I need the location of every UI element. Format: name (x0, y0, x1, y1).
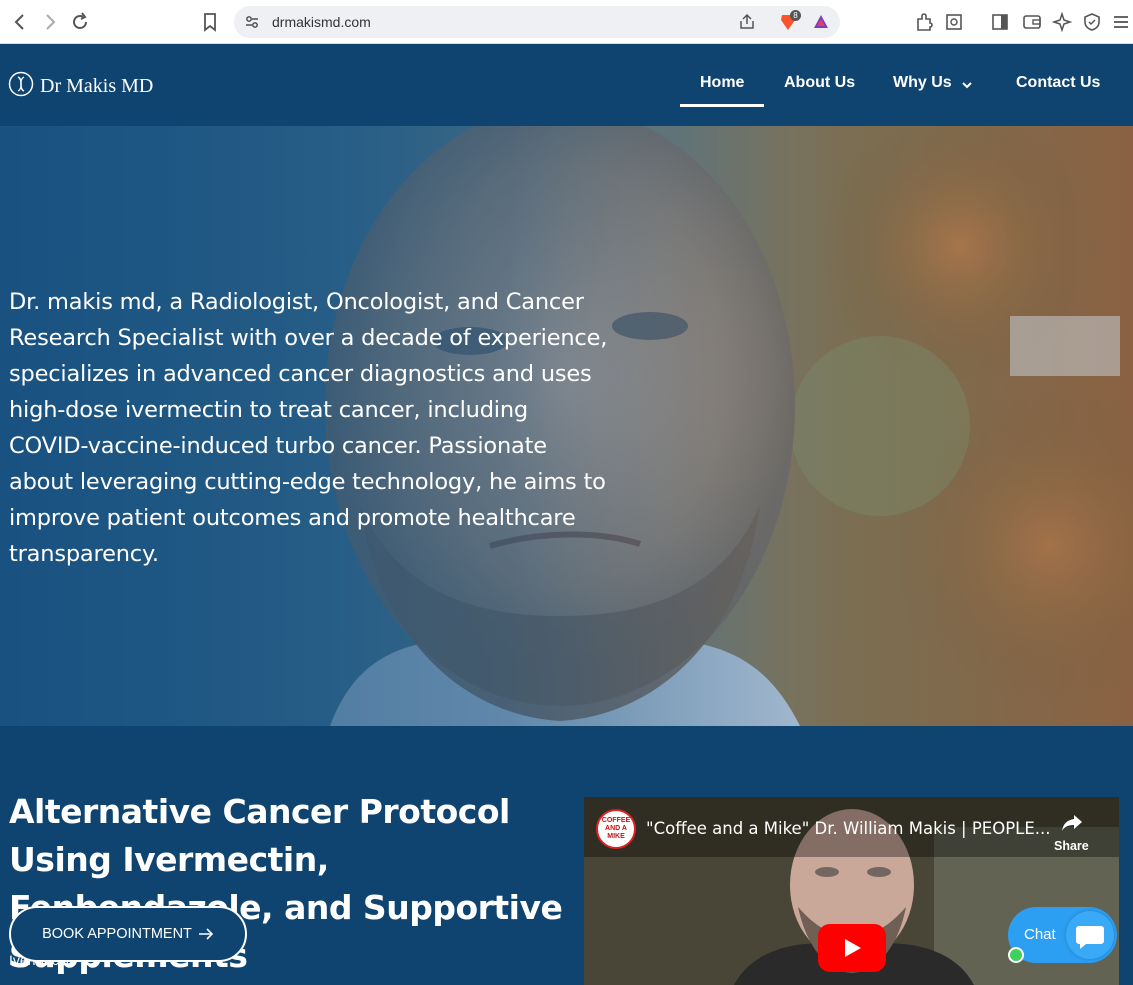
nav-why-us[interactable]: Why Us (893, 74, 952, 92)
logo-text: Dr Makis MD (40, 74, 154, 97)
hero-description: Dr. makis md, a Radiologist, Oncologist,… (9, 289, 608, 567)
sidebar-icon[interactable] (988, 10, 1012, 34)
leo-ai-icon[interactable] (1050, 10, 1074, 34)
youtube-play-button[interactable] (818, 924, 886, 972)
chat-label: Chat (1024, 926, 1056, 943)
arrow-right-icon (198, 928, 214, 940)
forward-icon[interactable] (38, 10, 62, 34)
reload-icon[interactable] (68, 10, 92, 34)
nav-active-indicator (680, 104, 764, 107)
share-label[interactable]: Share (1054, 839, 1089, 853)
book-appointment-label: BOOK APPOINTMENT (42, 926, 192, 942)
menu-icon[interactable] (1109, 10, 1133, 34)
nav-about-us[interactable]: About Us (784, 74, 855, 92)
bookmark-icon[interactable] (198, 10, 222, 34)
hero-section: Dr. makis md, a Radiologist, Oncologist,… (0, 126, 1133, 726)
logo-emblem-icon (8, 71, 34, 102)
reader-mode-icon[interactable] (942, 10, 966, 34)
channel-badge-text: COFFEE AND A MIKE (601, 817, 631, 840)
vpn-shield-icon[interactable] (1080, 10, 1104, 34)
brave-badge: 8 (790, 10, 801, 21)
site-header: Dr Makis MD Home About Us Why Us Contact… (0, 44, 1133, 126)
site-settings-icon[interactable] (244, 14, 260, 35)
protocol-section: Alternative Cancer Protocol Using Iverme… (0, 726, 1133, 985)
chevron-down-icon[interactable] (961, 78, 973, 96)
channel-avatar[interactable]: COFFEE AND A MIKE (596, 809, 636, 849)
video-title[interactable]: "Coffee and a Mike" Dr. William Makis | … (646, 819, 1051, 838)
share-arrow-icon[interactable] (1060, 813, 1084, 838)
site-logo[interactable]: Dr Makis MD (8, 71, 153, 101)
chat-widget-button[interactable]: Chat (1008, 907, 1117, 963)
nav-contact-us[interactable]: Contact Us (1016, 74, 1100, 92)
brave-shields-icon[interactable]: 8 (778, 10, 801, 32)
address-bar[interactable]: drmakismd.com 8 (234, 6, 840, 38)
share-page-icon[interactable] (738, 13, 756, 36)
extensions-icon[interactable] (912, 10, 936, 34)
online-status-dot (1008, 947, 1024, 963)
browser-toolbar: drmakismd.com 8 (0, 0, 1133, 44)
book-appointment-button[interactable]: BOOK APPOINTMENT (9, 906, 247, 962)
brave-rewards-icon[interactable] (812, 13, 830, 36)
back-icon[interactable] (8, 10, 32, 34)
wallet-icon[interactable] (1020, 10, 1044, 34)
nav-home[interactable]: Home (700, 74, 744, 92)
url-text[interactable]: drmakismd.com (272, 14, 371, 30)
chat-bubble-icon (1066, 911, 1114, 959)
play-icon (843, 938, 863, 963)
